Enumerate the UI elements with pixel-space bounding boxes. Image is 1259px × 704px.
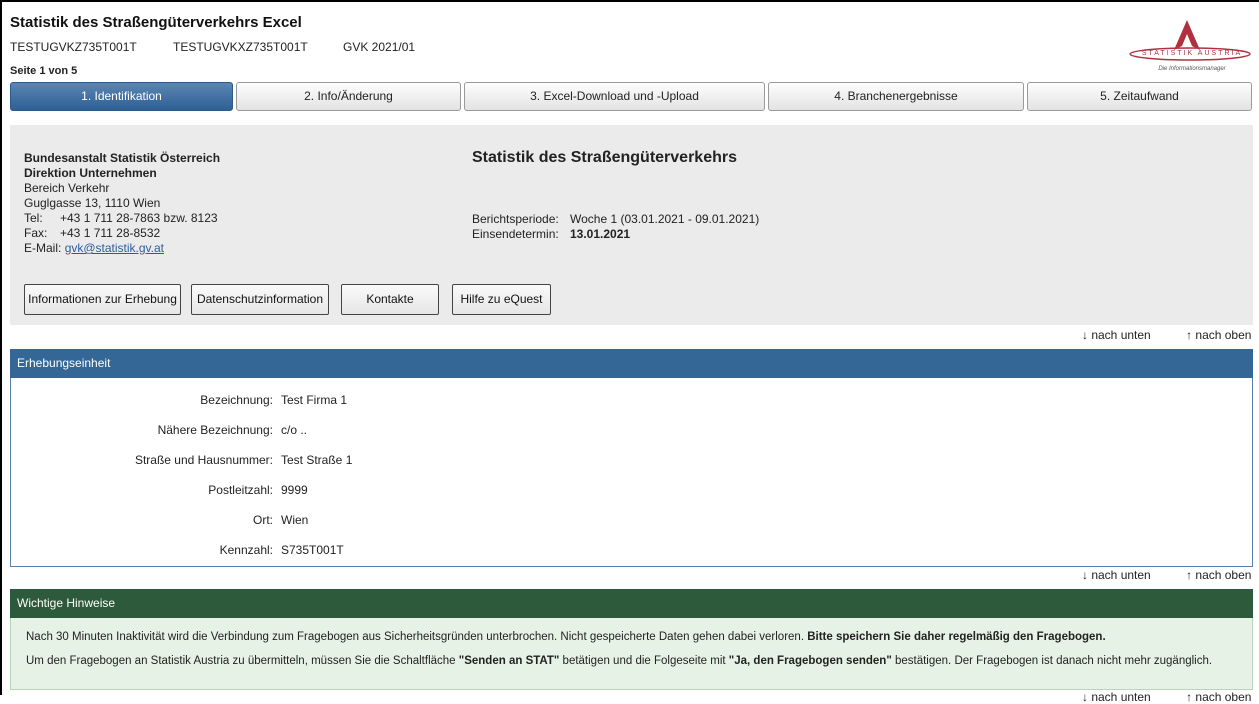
field-bezeichnung: Bezeichnung: Test Firma 1 (11, 393, 1252, 409)
period-value: Woche 1 (03.01.2021 - 09.01.2021) (570, 212, 760, 226)
important-notes: Nach 30 Minuten Inaktivität wird die Ver… (10, 618, 1253, 690)
deadline-value: 13.01.2021 (570, 227, 631, 241)
org-name: Bundesanstalt Statistik Österreich (24, 151, 221, 165)
field-ort: Ort: Wien (11, 513, 1252, 529)
field-label: Straße und Hausnummer: (134, 453, 273, 467)
note-text: betätigen und die Folgeseite mit (562, 655, 726, 667)
note-text: Nach 30 Minuten Inaktivität wird die Ver… (26, 631, 805, 643)
field-value: S735T001T (281, 543, 344, 557)
survey-code: GVK 2021/01 (343, 40, 416, 54)
survey-title: Statistik des Straßengüterverkehrs (472, 149, 737, 166)
tab-branchenergebnisse[interactable]: 4. Branchenergebnisse (768, 82, 1024, 111)
header-info-panel: Bundesanstalt Statistik Österreich Direk… (10, 125, 1253, 325)
phone-value: +43 1 711 28-7863 bzw. 8123 (60, 211, 218, 225)
field-label: Kennzahl: (219, 543, 273, 557)
scroll-up-link[interactable]: ↑ nach oben (1186, 568, 1251, 582)
section-header-erhebungseinheit: Erhebungseinheit (10, 349, 1253, 378)
organization-address: Bundesanstalt Statistik Österreich Direk… (24, 151, 220, 256)
email-label: E-Mail: (24, 241, 62, 255)
reporting-period: Berichtsperiode: Woche 1 (03.01.2021 - 09… (472, 212, 759, 242)
field-value: Wien (281, 513, 309, 527)
fax-label: Fax: (24, 226, 48, 240)
email-link[interactable]: gvk@statistik.gv.at (65, 241, 164, 255)
help-button[interactable]: Hilfe zu eQuest (452, 284, 551, 315)
note-emphasis: "Ja, den Fragebogen senden" (728, 655, 892, 667)
scroll-up-link[interactable]: ↑ nach oben (1186, 690, 1251, 704)
deadline-label: Einsendetermin: (472, 227, 559, 241)
logo-tagline: Die Informationsmanager (1158, 66, 1226, 72)
page-indicator: Seite 1 von 5 (10, 65, 78, 77)
field-strasse: Straße und Hausnummer: Test Straße 1 (11, 453, 1252, 469)
jump-links: ↓ nach unten ↑ nach oben (1082, 568, 1251, 582)
org-address: Guglgasse 13, 1110 Wien (24, 196, 161, 210)
org-fax: Fax: +43 1 711 28-8532 (24, 226, 220, 241)
period-label: Berichtsperiode: (472, 212, 559, 226)
field-label: Postleitzahl: (208, 483, 273, 497)
logo-wordmark: STATISTIK AUSTRIA (1141, 50, 1243, 57)
field-value: 9999 (281, 483, 308, 497)
field-postleitzahl: Postleitzahl: 9999 (11, 483, 1252, 499)
note-emphasis: Bitte speichern Sie daher regelmäßig den… (807, 631, 1106, 643)
org-department: Bereich Verkehr (24, 181, 110, 195)
field-label: Nähere Bezeichnung: (157, 423, 273, 437)
jump-links: ↓ nach unten ↑ nach oben (1082, 690, 1251, 704)
field-kennzahl: Kennzahl: S735T001T (11, 543, 1252, 559)
tab-identifikation[interactable]: 1. Identifikation (10, 82, 233, 111)
tab-excel-download-upload[interactable]: 3. Excel-Download und -Upload (464, 82, 765, 111)
field-value: c/o .. (281, 423, 308, 437)
field-label: Ort: (253, 513, 273, 527)
scroll-down-link[interactable]: ↓ nach unten (1082, 328, 1151, 342)
field-naehere-bezeichnung: Nähere Bezeichnung: c/o .. (11, 423, 1252, 439)
org-phone: Tel: +43 1 711 28-7863 bzw. 8123 (24, 211, 220, 226)
note-text: bestätigen. Der Fragebogen ist danach ni… (894, 655, 1213, 667)
note-emphasis: "Senden an STAT" (458, 655, 560, 667)
phone-label: Tel: (24, 211, 43, 225)
note-submission: Um den Fragebogen an Statistik Austria z… (26, 655, 1212, 667)
note-text: Um den Fragebogen an Statistik Austria z… (26, 655, 456, 667)
field-value: Test Straße 1 (281, 453, 353, 467)
survey-unit-details: Bezeichnung: Test Firma 1 Nähere Bezeichn… (10, 378, 1253, 567)
org-division: Direktion Unternehmen (24, 166, 157, 180)
scroll-up-link[interactable]: ↑ nach oben (1186, 328, 1251, 342)
report-id-2: TESTUGVKXZ735T001T (173, 40, 308, 54)
contacts-button[interactable]: Kontakte (341, 284, 439, 315)
privacy-info-button[interactable]: Datenschutzinformation (191, 284, 329, 315)
field-label: Bezeichnung: (200, 393, 273, 407)
jump-links: ↓ nach unten ↑ nach oben (1082, 328, 1251, 342)
app-title: Statistik des Straßengüterverkehrs Excel (10, 14, 302, 31)
note-session-timeout: Nach 30 Minuten Inaktivität wird die Ver… (26, 631, 1106, 643)
report-id-1: TESTUGVKZ735T001T (10, 40, 137, 54)
survey-info-button[interactable]: Informationen zur Erhebung (24, 284, 181, 315)
section-header-wichtige-hinweise: Wichtige Hinweise (10, 589, 1253, 618)
tab-info-aenderung[interactable]: 2. Info/Änderung (236, 82, 461, 111)
field-value: Test Firma 1 (281, 393, 348, 407)
tab-zeitaufwand[interactable]: 5. Zeitaufwand (1027, 82, 1252, 111)
scroll-down-link[interactable]: ↓ nach unten (1082, 690, 1151, 704)
org-email: E-Mail: gvk@statistik.gv.at (24, 241, 220, 256)
fax-value: +43 1 711 28-8532 (60, 226, 161, 240)
step-tabs: 1. Identifikation 2. Info/Änderung 3. Ex… (0, 82, 1259, 112)
scroll-down-link[interactable]: ↓ nach unten (1082, 568, 1151, 582)
